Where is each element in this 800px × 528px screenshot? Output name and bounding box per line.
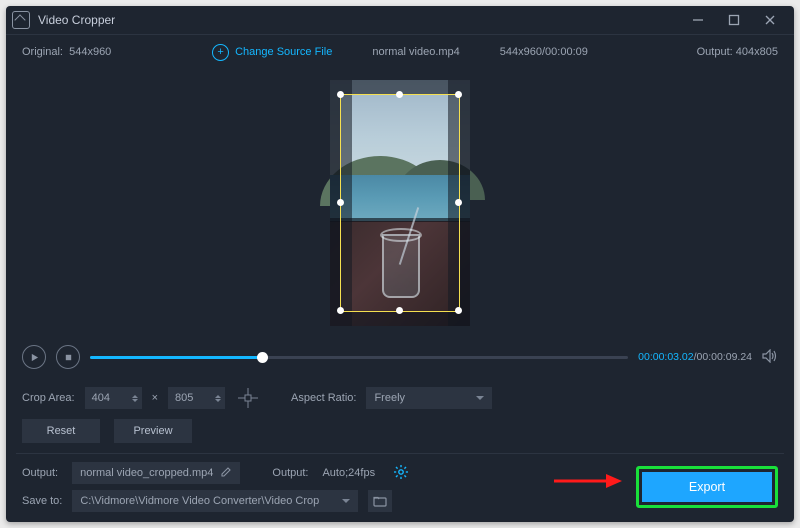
- stepper-down-icon[interactable]: [215, 399, 221, 402]
- crop-controls: Crop Area: 404 × 805 Aspect Ratio: Freel…: [6, 377, 794, 419]
- open-folder-button[interactable]: [368, 490, 392, 512]
- crop-handle[interactable]: [455, 307, 462, 314]
- dimension-separator: ×: [152, 392, 158, 404]
- export-button[interactable]: Export: [642, 472, 772, 502]
- seek-slider[interactable]: [90, 347, 628, 367]
- save-path-value: C:\Vidmore\Vidmore Video Converter\Video…: [80, 495, 319, 507]
- preview-button[interactable]: Preview: [114, 419, 192, 443]
- plus-circle-icon: +: [212, 44, 229, 61]
- app-window: Video Cropper Original: 544x960 + Change…: [6, 6, 794, 522]
- stepper-up-icon[interactable]: [215, 395, 221, 398]
- chevron-down-icon: [476, 396, 484, 400]
- crop-handle[interactable]: [337, 307, 344, 314]
- output-format-value: Auto;24fps: [322, 467, 375, 479]
- stop-button[interactable]: [56, 345, 80, 369]
- stepper-down-icon[interactable]: [132, 399, 138, 402]
- change-source-label: Change Source File: [235, 46, 332, 58]
- time-display: 00:00:03.02/00:00:09.24: [638, 351, 752, 363]
- aspect-ratio-select[interactable]: Freely: [366, 387, 492, 409]
- video-preview[interactable]: [330, 80, 470, 326]
- crop-handle[interactable]: [455, 91, 462, 98]
- seek-thumb[interactable]: [257, 352, 268, 363]
- crop-handle[interactable]: [396, 91, 403, 98]
- output-file-label: Output:: [22, 467, 58, 479]
- crop-handle[interactable]: [396, 307, 403, 314]
- reset-button[interactable]: Reset: [22, 419, 100, 443]
- aspect-ratio-label: Aspect Ratio:: [291, 392, 356, 404]
- info-bar: Original: 544x960 + Change Source File n…: [6, 35, 794, 69]
- center-crop-button[interactable]: [235, 387, 261, 409]
- crop-area-label: Crop Area:: [22, 392, 75, 404]
- source-filename: normal video.mp4: [372, 46, 459, 58]
- output-filename: normal video_cropped.mp4: [80, 467, 213, 479]
- play-button[interactable]: [22, 345, 46, 369]
- crop-handle[interactable]: [337, 199, 344, 206]
- playback-bar: 00:00:03.02/00:00:09.24: [6, 337, 794, 377]
- edit-filename-icon[interactable]: [221, 466, 232, 480]
- settings-gear-icon[interactable]: [393, 464, 409, 483]
- annotation-highlight: Export: [636, 466, 778, 508]
- crop-height-input[interactable]: 805: [168, 387, 225, 409]
- crop-width-input[interactable]: 404: [85, 387, 142, 409]
- titlebar: Video Cropper: [6, 6, 794, 35]
- crop-selection[interactable]: [340, 94, 460, 312]
- app-logo-icon: [12, 11, 30, 29]
- app-title: Video Cropper: [38, 13, 115, 27]
- close-button[interactable]: [752, 6, 788, 34]
- maximize-button[interactable]: [716, 6, 752, 34]
- stepper-up-icon[interactable]: [132, 395, 138, 398]
- output-dimensions: Output: 404x805: [697, 46, 778, 58]
- preview-area: [6, 69, 794, 337]
- output-format-label: Output:: [272, 467, 308, 479]
- chevron-down-icon: [342, 499, 350, 503]
- change-source-button[interactable]: + Change Source File: [212, 44, 332, 61]
- original-dimensions: Original: 544x960: [22, 46, 111, 58]
- crop-handle[interactable]: [455, 199, 462, 206]
- save-to-label: Save to:: [22, 495, 62, 507]
- source-meta: 544x960/00:00:09: [500, 46, 588, 58]
- minimize-button[interactable]: [680, 6, 716, 34]
- save-path-select[interactable]: C:\Vidmore\Vidmore Video Converter\Video…: [72, 490, 358, 512]
- crop-handle[interactable]: [337, 91, 344, 98]
- output-filename-field: normal video_cropped.mp4: [72, 462, 240, 484]
- volume-icon[interactable]: [762, 349, 778, 366]
